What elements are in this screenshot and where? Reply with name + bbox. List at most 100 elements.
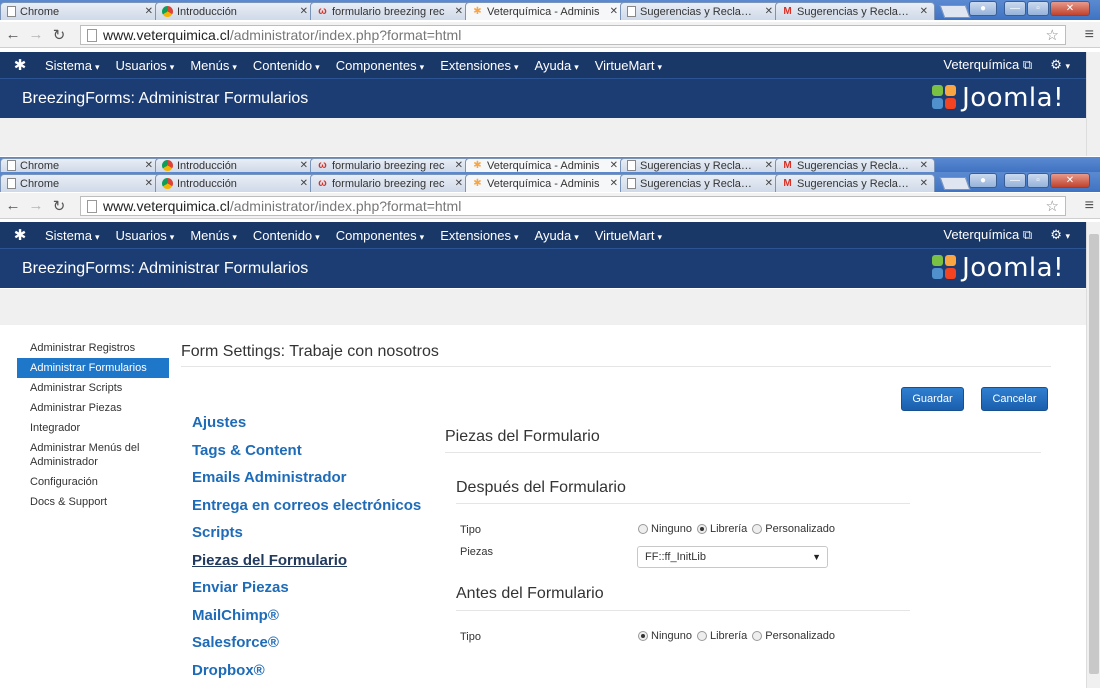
sidebar-item-configuracion[interactable]: Configuración <box>17 472 169 492</box>
browser-tab[interactable]: ω formulario breezing rec ✕ <box>310 174 470 192</box>
scrollbar[interactable] <box>1086 52 1100 156</box>
sidebar-item-piezas[interactable]: Administrar Piezas <box>17 398 169 418</box>
close-window-icon[interactable]: ✕ <box>1050 173 1090 188</box>
close-icon[interactable]: ✕ <box>610 178 618 189</box>
menu-sistema[interactable]: Sistema ▾ <box>40 58 111 73</box>
sidebar-item-docs-support[interactable]: Docs & Support <box>17 492 169 512</box>
radio-personalizado[interactable] <box>752 524 763 534</box>
close-icon[interactable]: ✕ <box>455 6 463 17</box>
menu-ayuda[interactable]: Ayuda ▾ <box>530 228 590 243</box>
reload-icon[interactable]: ↻ <box>49 197 69 215</box>
close-icon[interactable]: ✕ <box>455 178 463 189</box>
sidebar-item-scripts[interactable]: Administrar Scripts <box>17 378 169 398</box>
browser-tab[interactable]: ✱ Veterquímica - Adminis ✕ <box>465 2 625 20</box>
close-window-icon[interactable]: ✕ <box>1050 1 1090 16</box>
close-icon[interactable]: ✕ <box>920 6 928 17</box>
menu-menus[interactable]: Menús ▾ <box>185 58 248 73</box>
close-icon[interactable]: ✕ <box>300 160 308 171</box>
maximize-icon[interactable]: ▫ <box>1027 173 1049 188</box>
browser-tab[interactable]: ω formulario breezing rec ✕ <box>310 2 470 20</box>
close-icon[interactable]: ✕ <box>145 6 153 17</box>
browser-tab[interactable]: Sugerencias y Reclamos ✕ <box>620 174 780 192</box>
close-icon[interactable]: ✕ <box>610 6 618 17</box>
menu-usuarios[interactable]: Usuarios ▾ <box>111 58 186 73</box>
sidebar-item-formularios[interactable]: Administrar Formularios <box>17 358 169 378</box>
nav-scripts[interactable]: Scripts <box>192 522 421 550</box>
nav-ajustes[interactable]: Ajustes <box>192 412 421 440</box>
new-tab-button[interactable] <box>939 177 971 190</box>
browser-tab[interactable]: ✱ Veterquímica - Adminis ✕ <box>465 174 625 192</box>
maximize-icon[interactable]: ▫ <box>1027 1 1049 16</box>
radio-ninguno[interactable] <box>638 524 648 534</box>
forward-icon[interactable]: → <box>26 26 46 43</box>
user-icon[interactable]: ● <box>969 1 997 16</box>
scroll-thumb[interactable] <box>1089 234 1099 674</box>
nav-entrega-correos[interactable]: Entrega en correos electrónicos <box>192 495 421 523</box>
minimize-icon[interactable]: — <box>1004 173 1026 188</box>
user-icon[interactable]: ● <box>969 173 997 188</box>
site-link[interactable]: Veterquímica ⧉ <box>943 227 1032 243</box>
browser-tab[interactable]: M Sugerencias y Reclamos ✕ <box>775 2 935 20</box>
menu-sistema[interactable]: Sistema ▾ <box>40 228 111 243</box>
menu-usuarios[interactable]: Usuarios ▾ <box>111 228 186 243</box>
cancel-button[interactable]: Cancelar <box>981 387 1048 411</box>
browser-tab[interactable]: Introducción ✕ <box>155 174 315 192</box>
close-icon[interactable]: ✕ <box>145 178 153 189</box>
browser-tab[interactable]: ✱ Veterquímica - Adminis ✕ <box>465 158 625 172</box>
close-icon[interactable]: ✕ <box>920 178 928 189</box>
radio-ninguno[interactable] <box>638 631 648 641</box>
piezas-select[interactable]: FF::ff_InitLib ▼ <box>637 546 828 568</box>
nav-piezas-formulario[interactable]: Piezas del Formulario <box>192 550 421 578</box>
browser-tab[interactable]: Introducción ✕ <box>155 158 315 172</box>
nav-tags-content[interactable]: Tags & Content <box>192 440 421 468</box>
nav-emails-administrador[interactable]: Emails Administrador <box>192 467 421 495</box>
site-link[interactable]: Veterquímica ⧉ <box>943 57 1032 73</box>
radio-personalizado[interactable] <box>752 631 763 641</box>
close-icon[interactable]: ✕ <box>920 160 928 171</box>
menu-extensiones[interactable]: Extensiones ▾ <box>435 228 529 243</box>
browser-tab[interactable]: ω formulario breezing rec ✕ <box>310 158 470 172</box>
star-icon[interactable]: ☆ <box>1046 26 1059 44</box>
menu-extensiones[interactable]: Extensiones ▾ <box>435 58 529 73</box>
menu-contenido[interactable]: Contenido ▾ <box>248 228 331 243</box>
menu-icon[interactable]: ≡ <box>1085 26 1094 44</box>
browser-tab[interactable]: Chrome ✕ <box>0 158 160 172</box>
save-button[interactable]: Guardar <box>901 387 964 411</box>
menu-menus[interactable]: Menús ▾ <box>185 228 248 243</box>
browser-tab[interactable]: Sugerencias y Reclamos ✕ <box>620 158 780 172</box>
browser-tab[interactable]: Introducción ✕ <box>155 2 315 20</box>
minimize-icon[interactable]: — <box>1004 1 1026 16</box>
close-icon[interactable]: ✕ <box>455 160 463 171</box>
browser-tab[interactable]: M Sugerencias y Reclamos ✕ <box>775 158 935 172</box>
menu-contenido[interactable]: Contenido ▾ <box>248 58 331 73</box>
nav-enviar-piezas[interactable]: Enviar Piezas <box>192 577 421 605</box>
browser-tab[interactable]: Chrome ✕ <box>0 2 160 20</box>
reload-icon[interactable]: ↻ <box>49 26 69 44</box>
url-input[interactable]: www.veterquimica.cl/administrator/index.… <box>80 196 1066 216</box>
close-icon[interactable]: ✕ <box>145 160 153 171</box>
back-icon[interactable]: ← <box>3 26 23 43</box>
sidebar-item-registros[interactable]: Administrar Registros <box>17 338 169 358</box>
menu-virtuemart[interactable]: VirtueMart ▾ <box>590 58 673 73</box>
nav-dropbox[interactable]: Dropbox® <box>192 660 421 688</box>
nav-salesforce[interactable]: Salesforce® <box>192 632 421 660</box>
browser-tab[interactable]: Chrome ✕ <box>0 174 160 192</box>
joomla-logo-icon[interactable]: ✱ <box>0 226 40 244</box>
forward-icon[interactable]: → <box>26 197 46 214</box>
joomla-logo-icon[interactable]: ✱ <box>0 56 40 74</box>
menu-componentes[interactable]: Componentes ▾ <box>331 228 435 243</box>
menu-ayuda[interactable]: Ayuda ▾ <box>530 58 590 73</box>
back-icon[interactable]: ← <box>3 197 23 214</box>
close-icon[interactable]: ✕ <box>610 160 618 171</box>
settings-gear-icon[interactable]: ⚙ ▾ <box>1050 57 1070 73</box>
close-icon[interactable]: ✕ <box>300 6 308 17</box>
settings-gear-icon[interactable]: ⚙ ▾ <box>1050 227 1070 243</box>
menu-virtuemart[interactable]: VirtueMart ▾ <box>590 228 673 243</box>
radio-libreria[interactable] <box>696 631 707 641</box>
sidebar-item-integrador[interactable]: Integrador <box>17 418 169 438</box>
scrollbar[interactable] <box>1086 222 1100 688</box>
new-tab-button[interactable] <box>939 5 971 18</box>
radio-libreria[interactable] <box>696 524 707 534</box>
close-icon[interactable]: ✕ <box>300 178 308 189</box>
close-icon[interactable]: ✕ <box>765 178 773 189</box>
